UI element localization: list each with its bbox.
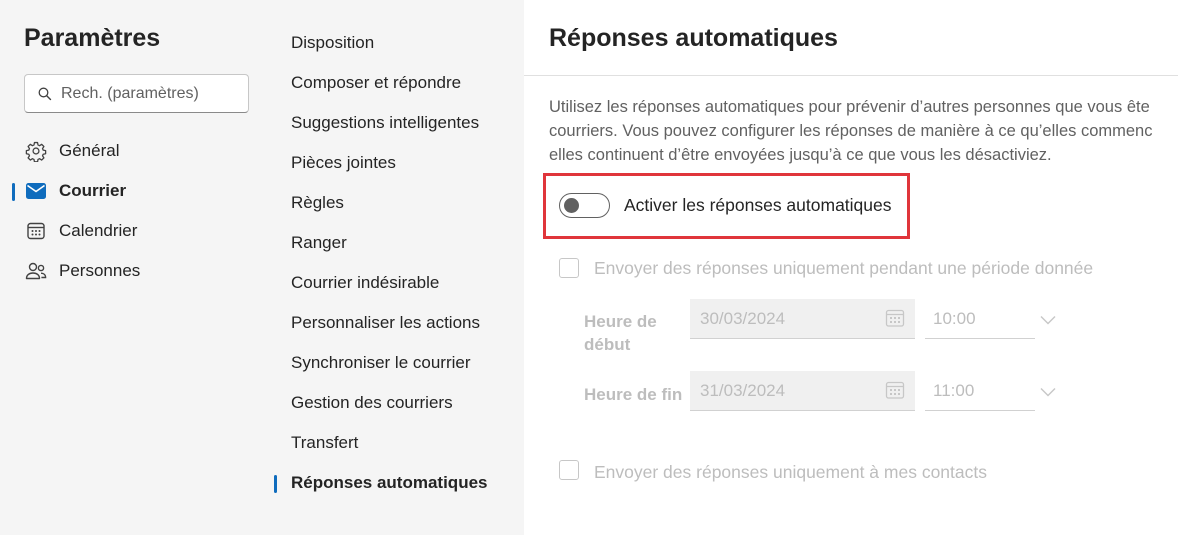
end-date-field[interactable]: 31/03/2024 <box>690 371 915 411</box>
chevron-down-icon[interactable] <box>1039 383 1057 401</box>
subnav-item-label: Gestion des courriers <box>291 393 453 412</box>
subnav-item-personnaliser-actions[interactable]: Personnaliser les actions <box>273 305 524 341</box>
subnav-item-suggestions[interactable]: Suggestions intelligentes <box>273 105 524 141</box>
search-input[interactable] <box>61 84 231 103</box>
subnav-item-label: Ranger <box>291 233 347 252</box>
subnav-item-transfert[interactable]: Transfert <box>273 425 524 461</box>
page-title: Réponses automatiques <box>549 24 838 52</box>
subnav-item-label: Transfert <box>291 433 359 452</box>
subnav-item-label: Pièces jointes <box>291 153 396 172</box>
people-icon <box>24 259 48 283</box>
end-time-select[interactable]: 11:00 <box>925 371 1035 411</box>
calendar-icon[interactable] <box>885 308 905 328</box>
start-label-line: début <box>584 335 631 354</box>
active-indicator <box>274 475 277 493</box>
calendar-icon[interactable] <box>885 380 905 400</box>
nav-item-label: Général <box>59 141 120 160</box>
active-indicator <box>12 183 15 201</box>
nav-item-courrier[interactable]: Courrier <box>0 174 273 208</box>
start-time-label: Heure de début <box>584 310 657 356</box>
auto-replies-toggle[interactable] <box>559 193 610 218</box>
gear-icon <box>24 139 48 163</box>
search-box[interactable] <box>24 74 249 113</box>
subnav-item-label: Synchroniser le courrier <box>291 353 471 372</box>
toggle-knob <box>564 198 579 213</box>
contacts-checkbox[interactable] <box>559 460 579 480</box>
mail-settings-subnav: Disposition Composer et répondre Suggest… <box>273 0 524 535</box>
start-time-select[interactable]: 10:00 <box>925 299 1035 339</box>
period-checkbox[interactable] <box>559 258 579 278</box>
nav-item-calendrier[interactable]: Calendrier <box>0 214 273 248</box>
description-line: Utilisez les réponses automatiques pour … <box>549 98 1150 116</box>
description-line: courriers. Vous pouvez configurer les ré… <box>549 122 1153 140</box>
subnav-item-label: Composer et répondre <box>291 73 462 92</box>
subnav-item-label: Suggestions intelligentes <box>291 113 480 132</box>
subnav-item-courrier-indesirable[interactable]: Courrier indésirable <box>273 265 524 301</box>
toggle-label: Activer les réponses automatiques <box>624 195 892 215</box>
settings-title: Paramètres <box>24 24 161 52</box>
subnav-item-pieces-jointes[interactable]: Pièces jointes <box>273 145 524 181</box>
subnav-item-label: Courrier indésirable <box>291 273 440 292</box>
subnav-item-label: Disposition <box>291 33 375 52</box>
nav-item-label: Calendrier <box>59 221 138 240</box>
description-line: elles continuent d’être envoyées jusqu’à… <box>549 146 1052 164</box>
subnav-item-regles[interactable]: Règles <box>273 185 524 221</box>
nav-item-general[interactable]: Général <box>0 134 273 168</box>
subnav-item-composer[interactable]: Composer et répondre <box>273 65 524 101</box>
nav-item-personnes[interactable]: Personnes <box>0 254 273 288</box>
subnav-item-reponses-automatiques[interactable]: Réponses automatiques <box>273 465 524 501</box>
settings-nav: Paramètres Général Courrier Calendrier P… <box>0 0 273 535</box>
subnav-item-synchroniser[interactable]: Synchroniser le courrier <box>273 345 524 381</box>
chevron-down-icon[interactable] <box>1039 311 1057 329</box>
subnav-item-label: Personnaliser les actions <box>291 313 480 332</box>
subnav-item-disposition[interactable]: Disposition <box>273 25 524 61</box>
mail-icon <box>24 179 48 203</box>
end-date-value: 31/03/2024 <box>700 380 786 400</box>
start-label-line: Heure de <box>584 312 657 331</box>
divider <box>524 75 1178 76</box>
subnav-item-gestion[interactable]: Gestion des courriers <box>273 385 524 421</box>
auto-replies-panel: Réponses automatiques Utilisez les répon… <box>524 0 1178 535</box>
start-date-value: 30/03/2024 <box>700 308 786 328</box>
description: Utilisez les réponses automatiques pour … <box>549 95 1178 167</box>
start-date-field[interactable]: 30/03/2024 <box>690 299 915 339</box>
contacts-checkbox-label: Envoyer des réponses uniquement à mes co… <box>594 462 987 482</box>
nav-item-label: Personnes <box>59 261 141 280</box>
calendar-icon <box>24 219 48 243</box>
start-time-value: 10:00 <box>933 308 976 328</box>
period-checkbox-label: Envoyer des réponses uniquement pendant … <box>594 258 1094 278</box>
subnav-item-label: Réponses automatiques <box>291 473 488 492</box>
end-time-value: 11:00 <box>933 380 975 400</box>
subnav-item-ranger[interactable]: Ranger <box>273 225 524 261</box>
end-time-label: Heure de fin <box>584 385 683 404</box>
search-icon <box>37 86 53 102</box>
nav-item-label: Courrier <box>59 181 127 200</box>
subnav-item-label: Règles <box>291 193 344 212</box>
